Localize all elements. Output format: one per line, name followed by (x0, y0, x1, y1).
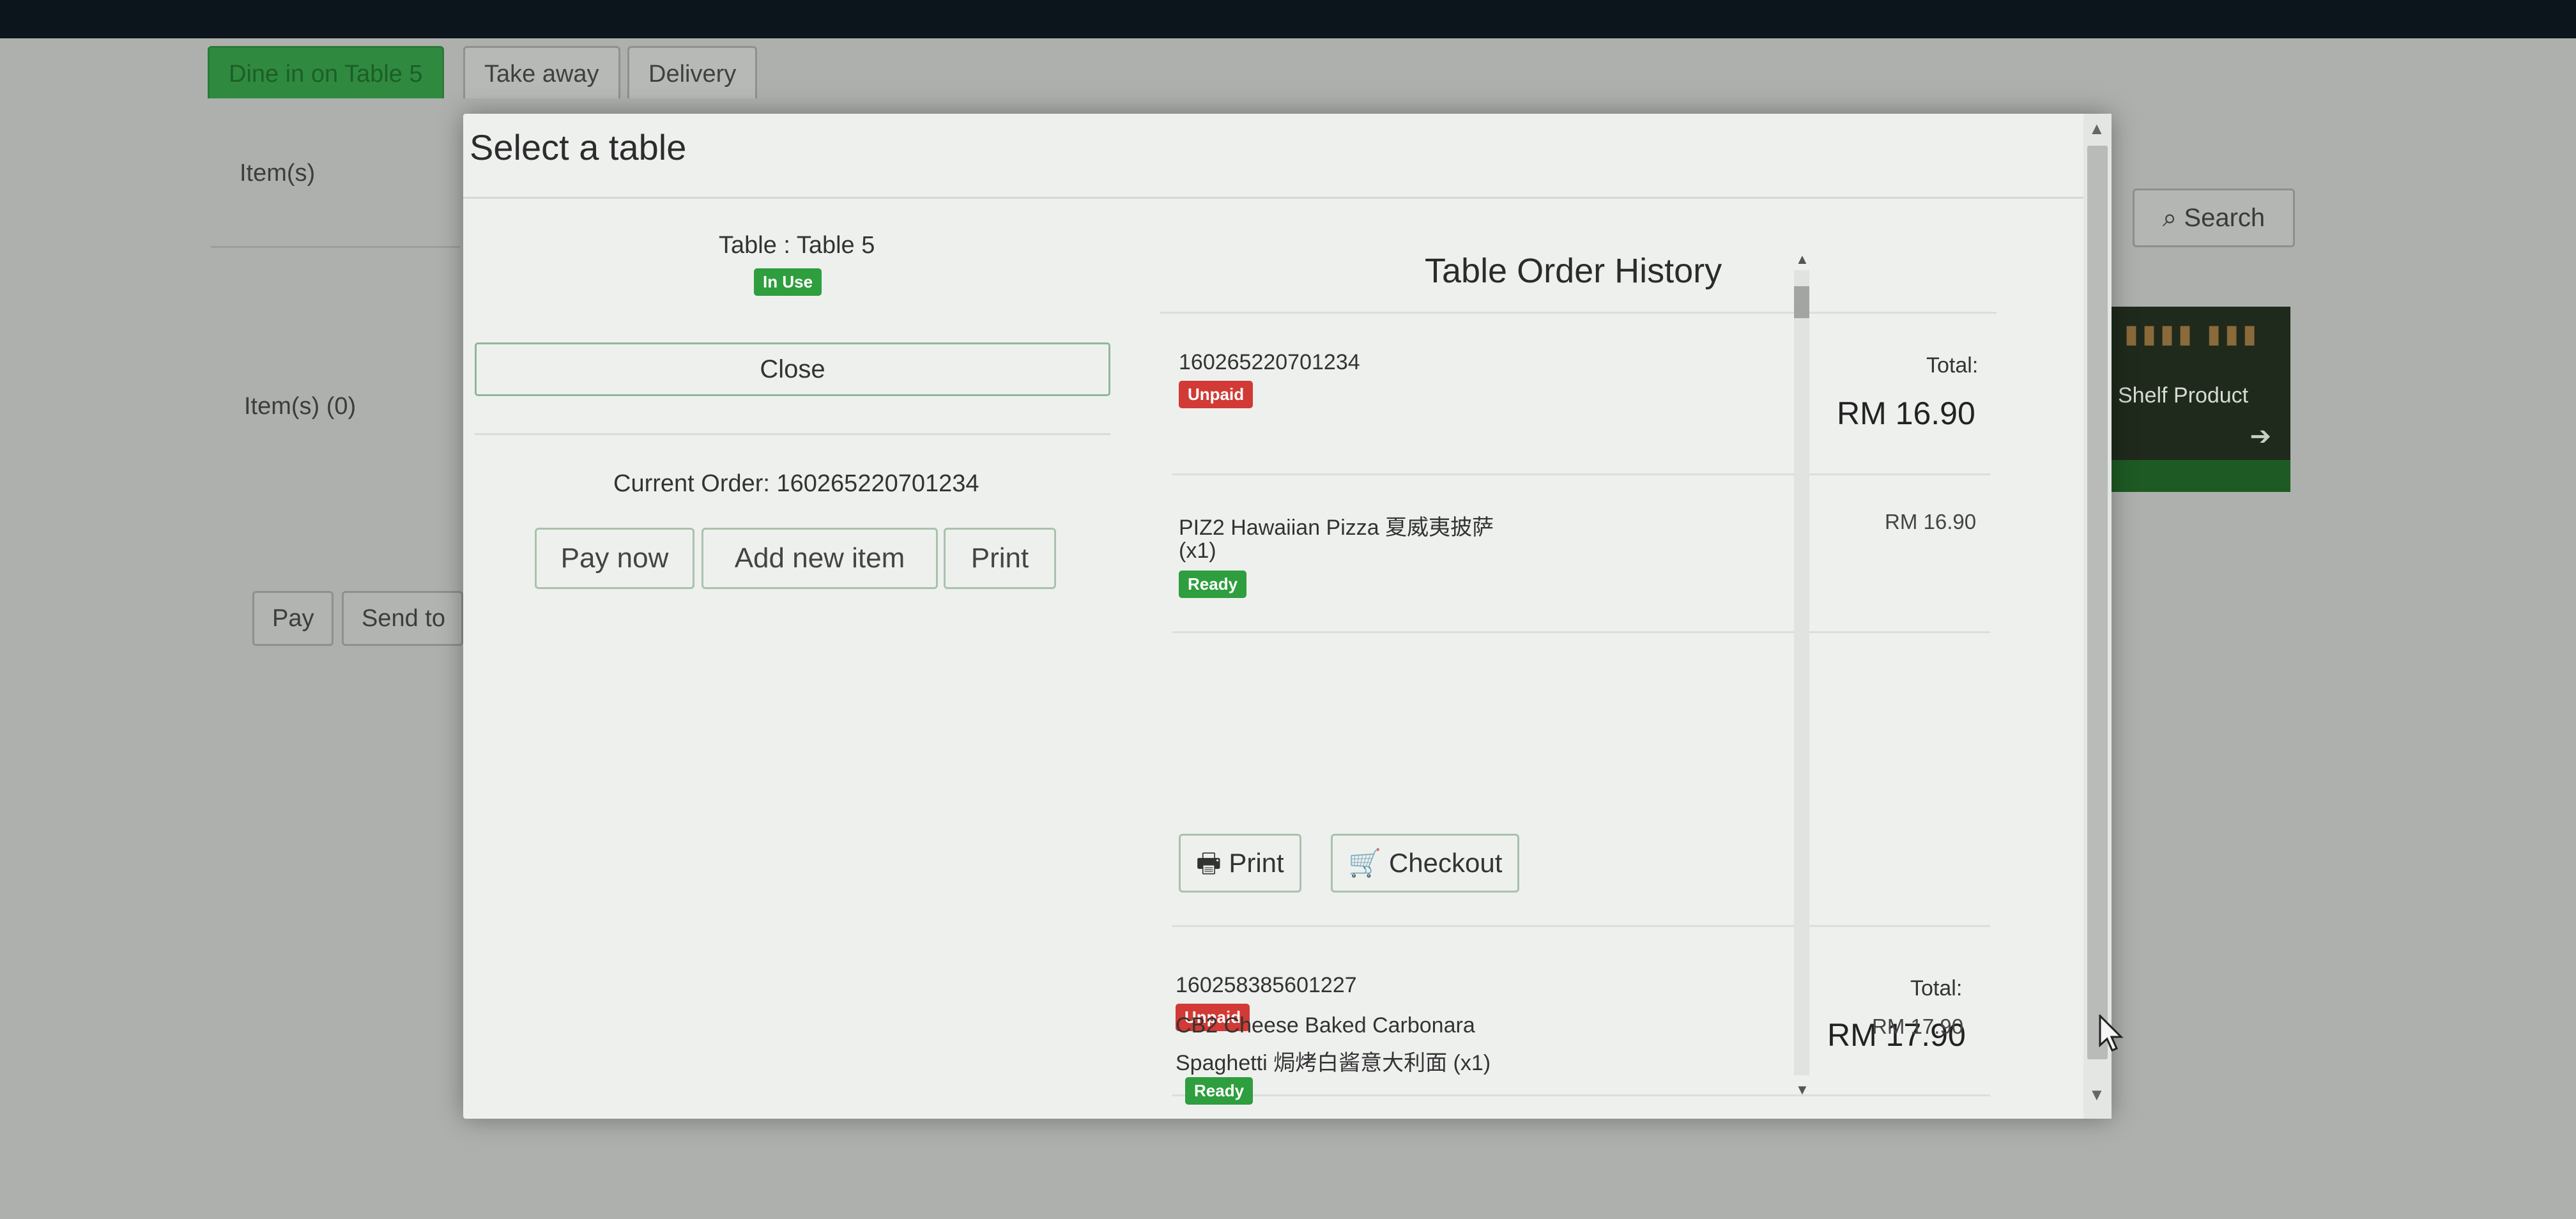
product-footer (2099, 460, 2290, 492)
total-label: Total: (1910, 976, 1963, 1000)
print-icon: 🖶 (1196, 848, 1222, 878)
item-price: RM 17.90 (1872, 1015, 1964, 1038)
history-print-button[interactable]: 🖶 Print (1179, 834, 1301, 893)
scroll-up-icon[interactable]: ▲ (1795, 251, 1809, 268)
tab-dine-in[interactable]: Dine in on Table 5 (208, 46, 444, 98)
tab-take-away[interactable]: Take away (463, 46, 620, 98)
divider (1172, 925, 1990, 927)
divider (1172, 1094, 1990, 1096)
search-label: Search (2184, 204, 2266, 232)
divider (1172, 473, 1990, 475)
close-button[interactable]: Close (475, 342, 1110, 396)
arrow-right-icon: ➔ (2250, 422, 2271, 450)
order-id: 160258385601227 (1176, 973, 1357, 997)
modal-scrollbar[interactable]: ▲ ▼ (2083, 114, 2112, 1119)
search-icon: ⌕ (2162, 204, 2177, 232)
history-print-label: Print (1229, 848, 1284, 878)
scrollbar-thumb[interactable] (1794, 286, 1809, 318)
divider (475, 433, 1110, 435)
checkout-label: Checkout (1388, 848, 1503, 878)
modal-title: Select a table (470, 127, 687, 167)
divider (1160, 312, 1997, 314)
item-status-badge: Ready (1185, 1077, 1254, 1105)
table-name: Table : Table 5 (719, 232, 875, 259)
table-order-history[interactable]: Table Order History 160265220701234 Unpa… (1160, 251, 2048, 1107)
history-scrollbar[interactable]: ▲ ▼ (1789, 251, 1814, 1101)
send-to-button[interactable]: Send to (342, 591, 463, 646)
current-order-label: Current Order: 160265220701234 (613, 470, 979, 497)
order-item-name: CB2 Cheese Baked Carbonara (1176, 1013, 1475, 1038)
payment-status-badge: Unpaid (1179, 381, 1254, 408)
tab-delivery[interactable]: Delivery (627, 46, 758, 98)
order-item-name: PIZ2 Hawaiian Pizza 夏威夷披萨 (1179, 516, 1494, 540)
add-new-item-button[interactable]: Add new item (702, 528, 938, 589)
table-status-badge: In Use (754, 268, 822, 296)
total-label: Total: (1926, 353, 1979, 378)
checkout-button[interactable]: 🛒 Checkout (1331, 834, 1520, 893)
history-title: Table Order History (1425, 252, 1722, 290)
order-item-qty: (x1) (1179, 539, 1216, 563)
item-status-badge: Ready (1179, 571, 1247, 598)
scroll-down-icon[interactable]: ▼ (1795, 1082, 1809, 1098)
modal-header-divider (463, 197, 2086, 199)
print-button[interactable]: Print (944, 528, 1056, 589)
scrollbar-thumb[interactable] (2087, 146, 2108, 1059)
order-id: 160265220701234 (1179, 350, 1360, 374)
mouse-cursor-icon (2099, 1015, 2124, 1052)
search-button[interactable]: ⌕ Search (2133, 188, 2295, 247)
pay-now-button[interactable]: Pay now (535, 528, 694, 589)
divider (1172, 631, 1990, 633)
order-total: RM 16.90 (1837, 395, 1975, 431)
scroll-up-icon[interactable]: ▲ (2089, 119, 2105, 139)
divider (211, 246, 460, 248)
items-count-label: Item(s) (0) (244, 393, 356, 420)
pay-button[interactable]: Pay (252, 591, 334, 646)
item-price: RM 16.90 (1885, 510, 1977, 533)
select-table-modal: Select a table Table : Table 5 In Use Cl… (463, 114, 2124, 1119)
cart-icon: 🛒 (1348, 848, 1382, 878)
monitor-bezel (0, 0, 2576, 38)
order-item-qty: Spaghetti 焗烤白酱意大利面 (x1) (1176, 1051, 1491, 1075)
scroll-down-icon[interactable]: ▼ (2089, 1085, 2105, 1105)
product-image: ▮▮▮▮ ▮▮▮ (2124, 320, 2261, 348)
scrollbar-track (1794, 270, 1809, 1075)
product-tile[interactable]: ▮▮▮▮ ▮▮▮ Shelf Product ➔ (2099, 307, 2290, 492)
product-name: Shelf Product (2118, 383, 2249, 408)
items-label: Item(s) (240, 160, 316, 187)
